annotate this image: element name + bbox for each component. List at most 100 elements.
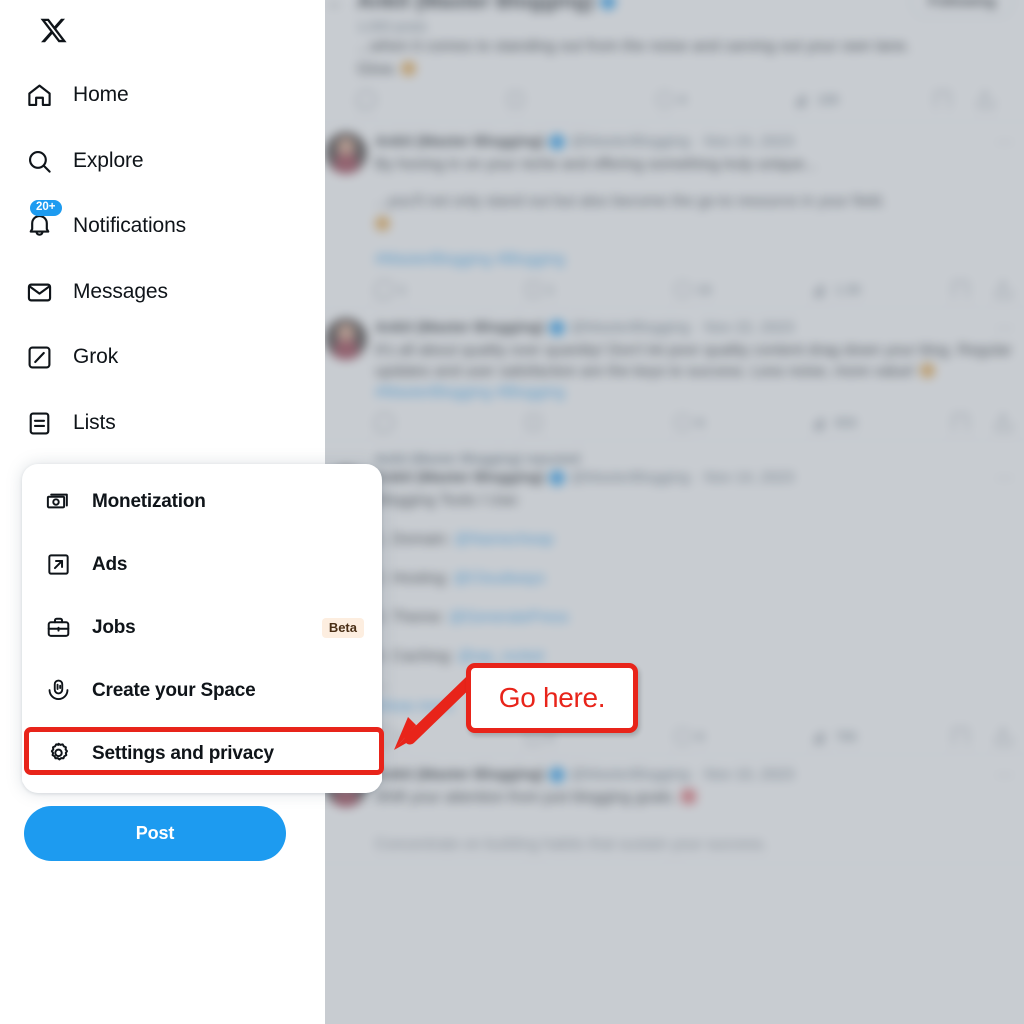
emoji-icon: [375, 216, 390, 231]
repost-action[interactable]: 1: [525, 281, 673, 298]
post-hashtags[interactable]: #MasterBlogging #Blogging: [375, 249, 1014, 270]
post-more-icon[interactable]: ···: [996, 132, 1014, 152]
repost-action[interactable]: [507, 91, 655, 108]
post-button-label: Post: [135, 823, 175, 843]
grok-slash-icon: [24, 342, 54, 372]
reply-action[interactable]: 1: [375, 280, 525, 299]
avatar[interactable]: [325, 318, 367, 360]
profile-post-count: 1,000 posts: [357, 19, 427, 34]
profile-header: ← Ankit (Master Blogging) Following 1,00…: [325, 0, 1024, 122]
post-handle: @MasterBlogging: [570, 319, 690, 336]
gear-icon: [44, 740, 72, 768]
post-text-2: Concentrate on building habits that sust…: [375, 836, 768, 853]
like-action[interactable]: 16: [671, 278, 813, 301]
share-action[interactable]: [977, 91, 994, 108]
post-actions: 1 1 16 1.3K: [375, 278, 1014, 301]
like-action[interactable]: 6: [671, 411, 813, 434]
post-date: Nov 22, 2023: [704, 319, 794, 336]
post-handle: @MasterBlogging: [570, 133, 690, 150]
views-action[interactable]: 786: [813, 728, 953, 745]
sidebar-item-label: Messages: [73, 280, 168, 303]
profile-bio-line: ...when it comes to standing out from th…: [357, 38, 911, 55]
post-actions: 6 806: [375, 411, 1014, 434]
profile-bio-line2: Glow.: [357, 59, 1014, 80]
app-window: ← Ankit (Master Blogging) Following 1,00…: [0, 0, 1024, 1024]
more-menu-dropdown: Monetization Ads Jobs Beta Create your S…: [22, 464, 382, 793]
bookmark-action[interactable]: [935, 91, 977, 108]
emoji-icon: [919, 363, 935, 378]
post-more-icon[interactable]: ···: [996, 765, 1014, 785]
post-button[interactable]: Post: [24, 806, 286, 861]
avatar[interactable]: [325, 132, 367, 174]
sidebar-item-label: Explore: [73, 149, 144, 172]
verified-badge-icon: [549, 320, 566, 336]
menu-item-create-your-space[interactable]: Create your Space: [22, 659, 382, 722]
microphone-icon: [44, 677, 72, 705]
post-date: Nov 24, 2023: [704, 133, 794, 150]
timeline-post[interactable]: Ankit (Master Blogging) @MasterBlogging …: [325, 122, 1024, 308]
beta-badge: Beta: [321, 617, 364, 638]
verified-badge-icon: [549, 470, 566, 486]
post-hashtags[interactable]: #MasterBlogging #Blogging: [375, 384, 565, 401]
menu-item-label: Jobs: [92, 616, 136, 638]
repost-label: Ankit (Master Blogging) reposted: [375, 451, 581, 466]
timeline-post[interactable]: Ankit (Master Blogging) @MasterBlogging …: [325, 308, 1024, 441]
menu-item-label: Settings and privacy: [92, 742, 274, 764]
post-text: Blogging Tools I Use:: [375, 492, 521, 509]
sidebar-item-home[interactable]: Home: [24, 70, 129, 120]
repost-action[interactable]: [525, 414, 673, 431]
sidebar-item-lists[interactable]: Lists: [24, 398, 116, 448]
menu-item-jobs[interactable]: Jobs Beta: [22, 596, 382, 659]
bookmark-action[interactable]: [953, 414, 995, 431]
post-list-item: 2. Hosting: @Cloudways: [375, 570, 545, 587]
reply-action[interactable]: [357, 90, 507, 109]
bookmark-action[interactable]: [953, 281, 995, 298]
reply-action[interactable]: [375, 413, 525, 432]
post-text: Shift your attention from just blogging …: [375, 787, 1014, 808]
profile-display-name: Ankit (Master Blogging): [357, 0, 616, 14]
verified-badge-icon: [549, 767, 566, 783]
list-icon: [24, 408, 54, 438]
post-handle: @MasterBlogging: [570, 766, 690, 783]
timeline-blurred-content: ← Ankit (Master Blogging) Following 1,00…: [325, 0, 1024, 1024]
menu-item-settings-and-privacy[interactable]: Settings and privacy: [22, 722, 382, 785]
sidebar-item-explore[interactable]: Explore: [24, 136, 144, 186]
share-action[interactable]: [995, 414, 1012, 431]
back-arrow-icon[interactable]: ←: [327, 0, 345, 12]
post-actions: 4 188: [357, 88, 1014, 111]
sidebar-item-notifications[interactable]: 20+ Notifications: [24, 200, 187, 251]
following-button[interactable]: Following: [910, 0, 1014, 18]
post-more-icon[interactable]: ···: [996, 468, 1014, 488]
emoji-icon: [680, 789, 696, 804]
post-text: It's all about quality over quantity! Do…: [375, 342, 1012, 401]
views-action[interactable]: 806: [813, 414, 953, 431]
views-action[interactable]: 1.3K: [813, 281, 953, 298]
x-logo-icon[interactable]: [33, 10, 73, 50]
sidebar-item-label: Home: [73, 83, 129, 106]
sidebar-item-grok[interactable]: Grok: [24, 332, 118, 382]
post-handle: @MasterBlogging: [570, 469, 690, 486]
menu-item-label: Ads: [92, 553, 128, 575]
like-action[interactable]: 6: [671, 725, 813, 748]
verified-badge-icon: [599, 0, 616, 10]
search-icon: [24, 146, 54, 176]
share-action[interactable]: [995, 281, 1012, 298]
post-more-icon[interactable]: ···: [996, 318, 1014, 338]
sidebar-item-messages[interactable]: Messages: [24, 267, 168, 317]
sidebar-item-label: Notifications: [73, 214, 187, 237]
menu-item-monetization[interactable]: Monetization: [22, 470, 382, 533]
post-emoji-row: [375, 214, 1014, 235]
sidebar-item-label: Lists: [73, 411, 116, 434]
post-list-item: 1. Domain: @Namecheap: [375, 531, 554, 548]
money-icon: [44, 488, 72, 516]
post-text-2: ...you'll not only stand out but also be…: [375, 193, 886, 210]
views-action[interactable]: 188: [795, 91, 935, 108]
post-list-item: 3. Theme: @GeneratePress: [375, 609, 569, 626]
post-text: By honing in on your niche and offering …: [375, 156, 817, 173]
bookmark-action[interactable]: [953, 728, 995, 745]
menu-item-ads[interactable]: Ads: [22, 533, 382, 596]
external-link-icon: [44, 551, 72, 579]
share-action[interactable]: [995, 728, 1012, 745]
like-action[interactable]: 4: [653, 88, 795, 111]
home-icon: [24, 80, 54, 110]
